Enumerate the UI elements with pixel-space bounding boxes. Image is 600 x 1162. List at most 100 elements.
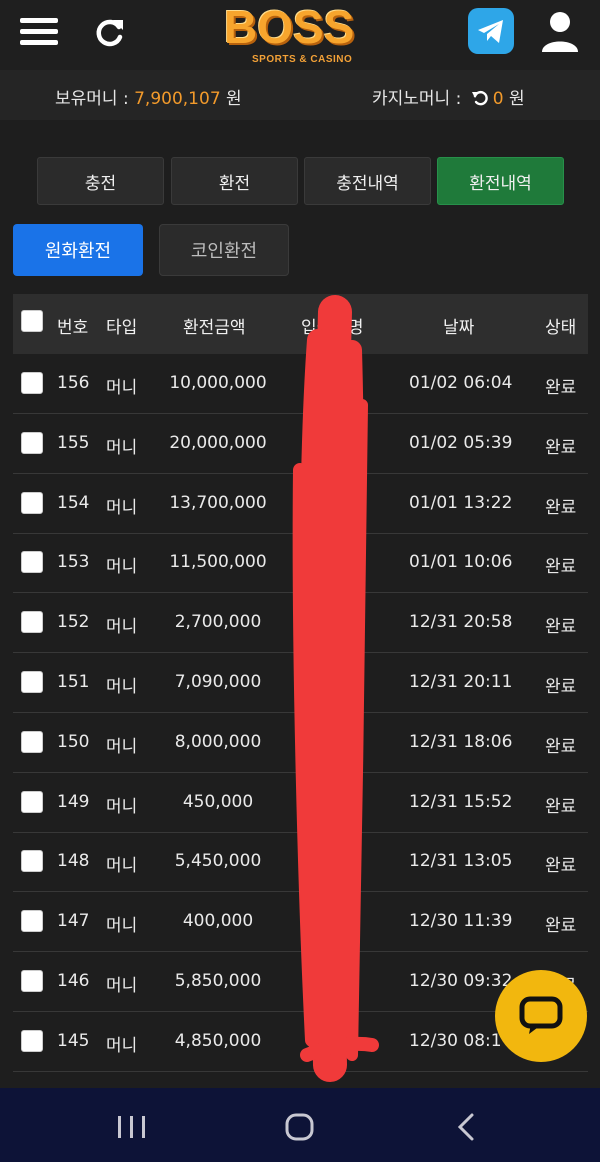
recent-apps-icon[interactable] — [112, 1110, 152, 1144]
cell-amount: 13,700,000 — [169, 492, 267, 513]
cell-number: 147 — [57, 911, 90, 932]
refresh-icon[interactable] — [93, 16, 127, 50]
table-row[interactable]: 151 머니 7,090,000 12/31 20:11 완료 — [13, 653, 588, 713]
row-checkbox[interactable] — [21, 910, 43, 933]
row-checkbox[interactable] — [21, 1029, 43, 1052]
table-row[interactable]: 155 머니 20,000,000 01/02 05:39 완료 — [13, 414, 588, 474]
user-icon[interactable] — [540, 10, 580, 54]
cell-amount: 400,000 — [182, 911, 254, 932]
cell-date: 12/31 15:52 — [409, 791, 513, 812]
cell-amount: 2,700,000 — [174, 612, 262, 633]
cell-type: 머니 — [106, 677, 138, 697]
cell-type: 머니 — [106, 437, 138, 458]
sub-tabs: 원화환전 코인환전 — [13, 224, 303, 276]
cell-type: 머니 — [106, 378, 138, 398]
row-checkbox[interactable] — [21, 671, 43, 693]
header-status: 상태 — [545, 318, 577, 338]
row-checkbox[interactable] — [21, 970, 43, 992]
cell-date: 12/30 09:32 — [409, 971, 513, 991]
table-row[interactable]: 150 머니 8,000,000 12/31 18:06 완료 — [13, 713, 588, 773]
boss-logo[interactable]: BOSS SPORTS & CASINO — [222, 0, 387, 70]
row-checkbox[interactable] — [21, 611, 43, 634]
money-value: 7,900,107 — [134, 89, 221, 109]
row-checkbox[interactable] — [21, 372, 43, 394]
table-row[interactable]: 154 머니 13,700,000 01/01 13:22 완료 — [13, 474, 588, 534]
table-header: 번호 타입 환전금액 입금자명 날짜 상태 — [13, 294, 588, 354]
top-bar: BOSS SPORTS & CASINO — [0, 0, 600, 71]
cell-number: 146 — [57, 971, 90, 991]
cell-type: 머니 — [106, 497, 138, 518]
cell-type: 머니 — [106, 796, 138, 817]
cell-type: 머니 — [106, 557, 138, 578]
table-row[interactable]: 152 머니 2,700,000 12/31 20:58 완료 — [13, 593, 588, 654]
casino-balance: 카지노머니 : 0 원 — [372, 84, 525, 109]
row-checkbox[interactable] — [21, 551, 43, 574]
money-label: 보유머니 : — [55, 89, 129, 109]
cell-number: 149 — [57, 791, 90, 812]
cell-amount: 4,850,000 — [174, 1030, 262, 1051]
home-icon[interactable] — [280, 1110, 320, 1144]
main-tabs: 충전 환전 충전내역 환전내역 — [37, 157, 567, 205]
cell-amount: 11,500,000 — [169, 552, 267, 573]
table-row[interactable]: 156 머니 10,000,000 01/02 06:04 완료 — [13, 354, 588, 414]
row-checkbox[interactable] — [21, 730, 43, 753]
cell-type: 머니 — [106, 976, 138, 996]
cell-number: 150 — [57, 731, 90, 752]
menu-icon[interactable] — [20, 16, 58, 48]
subtab-coin-withdraw[interactable]: 코인환전 — [159, 224, 289, 276]
table-row[interactable]: 153 머니 11,500,000 01/01 10:06 완료 — [13, 533, 588, 594]
header-date: 날짜 — [443, 318, 475, 338]
casino-refresh-icon[interactable] — [471, 89, 489, 107]
tab-withdraw[interactable]: 환전 — [171, 157, 298, 205]
cell-date: 12/31 20:58 — [409, 612, 513, 633]
header-number: 번호 — [57, 318, 89, 338]
row-checkbox[interactable] — [21, 491, 43, 514]
money-unit: 원 — [226, 89, 242, 109]
header-depositor: 입금자명 — [301, 318, 364, 338]
cell-date: 12/30 08:1 — [409, 1030, 502, 1051]
cell-date: 01/01 13:22 — [409, 492, 513, 513]
tab-withdraw-history[interactable]: 환전내역 — [437, 157, 564, 205]
cell-date: 01/02 05:39 — [409, 432, 513, 453]
cell-date: 01/02 06:04 — [409, 373, 513, 393]
table-row[interactable]: 149 머니 450,000 12/31 15:52 완료 — [13, 773, 588, 833]
tab-deposit-history[interactable]: 충전내역 — [304, 157, 431, 205]
chat-button[interactable] — [495, 970, 587, 1062]
cell-type: 머니 — [106, 1035, 138, 1056]
row-checkbox[interactable] — [21, 790, 43, 813]
cell-amount: 20,000,000 — [169, 432, 267, 453]
row-checkbox[interactable] — [21, 431, 43, 454]
cell-amount: 5,450,000 — [174, 851, 262, 872]
cell-number: 156 — [57, 373, 90, 393]
tab-deposit[interactable]: 충전 — [37, 157, 164, 205]
casino-value: 0 — [492, 89, 504, 109]
cell-type: 머니 — [106, 916, 138, 937]
money-balance: 보유머니 : 7,900,107 원 — [55, 84, 242, 109]
select-all-checkbox[interactable] — [21, 310, 43, 332]
cell-status: 완료 — [545, 677, 577, 697]
cell-date: 12/31 13:05 — [409, 851, 513, 872]
row-checkbox[interactable] — [21, 850, 43, 873]
header-type: 타입 — [106, 318, 138, 338]
cell-status: 완료 — [545, 557, 577, 578]
cell-amount: 450,000 — [182, 791, 254, 812]
header-amount: 환전금액 — [183, 318, 246, 338]
cell-number: 148 — [57, 851, 90, 872]
back-icon[interactable] — [448, 1110, 488, 1144]
cell-status: 완료 — [545, 617, 577, 638]
casino-label: 카지노머니 : — [372, 89, 462, 109]
cell-number: 152 — [57, 612, 90, 633]
telegram-icon[interactable] — [468, 8, 514, 54]
cell-status: 완료 — [545, 736, 577, 757]
cell-status: 완료 — [545, 796, 577, 817]
cell-date: 12/31 18:06 — [409, 731, 513, 752]
cell-number: 145 — [57, 1030, 90, 1051]
cell-status: 완료 — [545, 497, 577, 518]
table-row[interactable]: 148 머니 5,450,000 12/31 13:05 완료 — [13, 832, 588, 893]
cell-type: 머니 — [106, 617, 138, 638]
cell-amount: 8,000,000 — [174, 731, 262, 752]
table-row[interactable]: 147 머니 400,000 12/30 11:39 완료 — [13, 892, 588, 953]
subtab-krw-withdraw[interactable]: 원화환전 — [13, 224, 143, 276]
logo-subtext: SPORTS & CASINO — [252, 54, 353, 65]
cell-status: 완료 — [545, 437, 577, 458]
